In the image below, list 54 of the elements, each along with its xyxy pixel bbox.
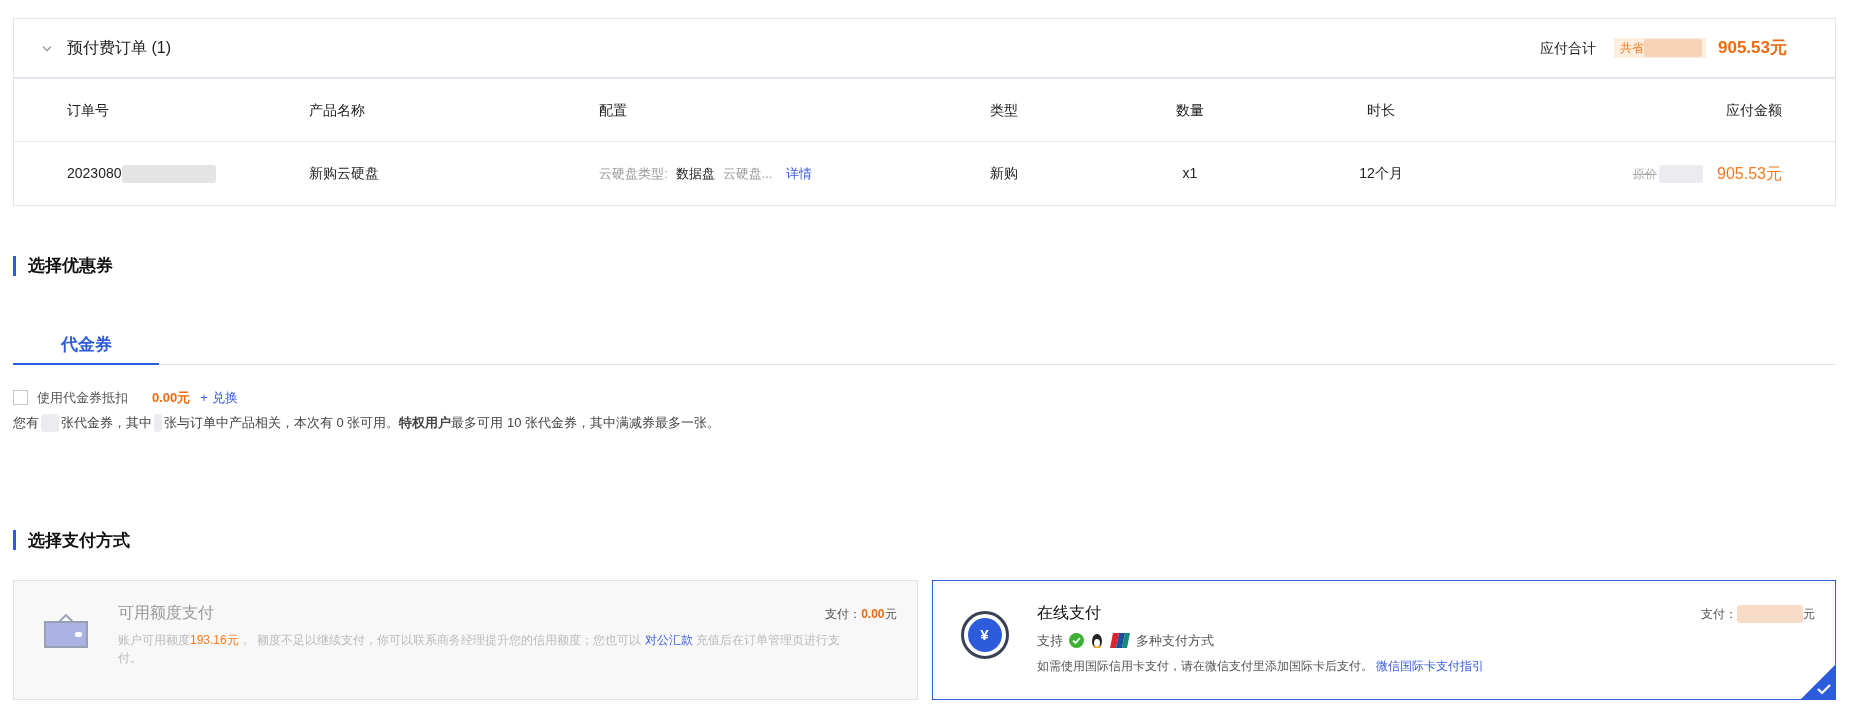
column-header: 订单号 — [67, 100, 110, 120]
coupon-tab[interactable]: 代金券 — [13, 326, 159, 365]
card-icon — [43, 613, 89, 649]
section-title: 选择优惠券 — [28, 255, 113, 277]
savings-label: 共省 — [1620, 40, 1644, 57]
payment-option-title: 在线支付 — [1036, 603, 1101, 623]
coupon-notice: 您有 — [13, 414, 39, 432]
amount-cell-text: 905.53元 — [1717, 163, 1782, 184]
yen-symbol: ¥ — [967, 618, 1002, 652]
support-label: 支持 — [1036, 632, 1063, 650]
blurred-area — [1644, 39, 1702, 57]
config-label: 云硬盘... — [722, 164, 773, 183]
order-group-title: 预付费订单 (1) — [67, 38, 171, 58]
column-header: 产品名称 — [309, 100, 366, 120]
column-header: 应付金额 — [1725, 100, 1782, 120]
type-cell-text: 新购 — [990, 164, 1019, 183]
penguin-icon — [1089, 632, 1104, 649]
blurred-area — [1737, 605, 1803, 623]
section-marker — [13, 530, 16, 551]
pay-label: 支付： — [1701, 606, 1737, 623]
coupon-notice: 张代金券，其中 — [61, 414, 152, 432]
product-name: 新购云硬盘 — [309, 164, 380, 183]
pay-label: 支付： — [825, 606, 862, 623]
total-amount: 905.53元 — [1718, 37, 1787, 60]
original-price-label: 原价 — [1633, 165, 1658, 183]
details-link[interactable]: 详情 — [786, 163, 813, 184]
column-header: 类型 — [990, 100, 1019, 120]
pay-amount: 0.00 — [861, 606, 885, 623]
payment-link[interactable]: 微信国际卡支付指引 — [1375, 658, 1484, 673]
support-suffix: 多种支付方式 — [1135, 632, 1214, 650]
payment-option-card[interactable]: ¥ 在线支付 支持 多种支付方式 如需使用国际信用卡支付，请在微信支付里添加国际卡后支付。 微信国际卡支付指引 支付： 元 — [931, 580, 1836, 700]
discount-amount: 0.00元 — [152, 388, 191, 407]
checkbox-label: 使用代金券抵扣 — [37, 388, 128, 407]
column-header: 配置 — [599, 100, 628, 120]
coupon-notice: 张与订单中产品相关，本次有 0 张可用。特权用户最多可用 10 张代金券，其中满减券最多一张。 — [164, 414, 721, 432]
pay-unit: 元 — [884, 606, 897, 623]
payment-description: 如需使用国际信用卡支付，请在微信支付里添加国际卡后支付。 微信国际卡支付指引 — [1036, 657, 1485, 675]
column-header: 数量 — [1175, 100, 1205, 120]
pay-unit: 元 — [1803, 606, 1815, 623]
checkbox[interactable] — [13, 389, 28, 405]
config-label: 云硬盘类型: — [599, 164, 668, 183]
column-header: 时长 — [1366, 100, 1396, 120]
section-title: 选择支付方式 — [28, 529, 130, 552]
chat-check-icon — [1068, 633, 1084, 649]
redeem-link[interactable]: + 兑换 — [200, 387, 238, 407]
order-number: 2023080 — [67, 164, 122, 183]
section-marker — [13, 255, 16, 276]
selected-check-icon — [1801, 665, 1835, 699]
config-value: 数据盘 — [675, 164, 715, 183]
quantity-cell-text: x1 — [1181, 164, 1199, 183]
duration-cell-text: 12个月 — [1358, 164, 1404, 183]
total-label: 应付合计 — [1540, 38, 1596, 58]
payment-option-title: 可用额度支付 — [118, 603, 214, 623]
bank-card-icon — [1109, 633, 1130, 649]
